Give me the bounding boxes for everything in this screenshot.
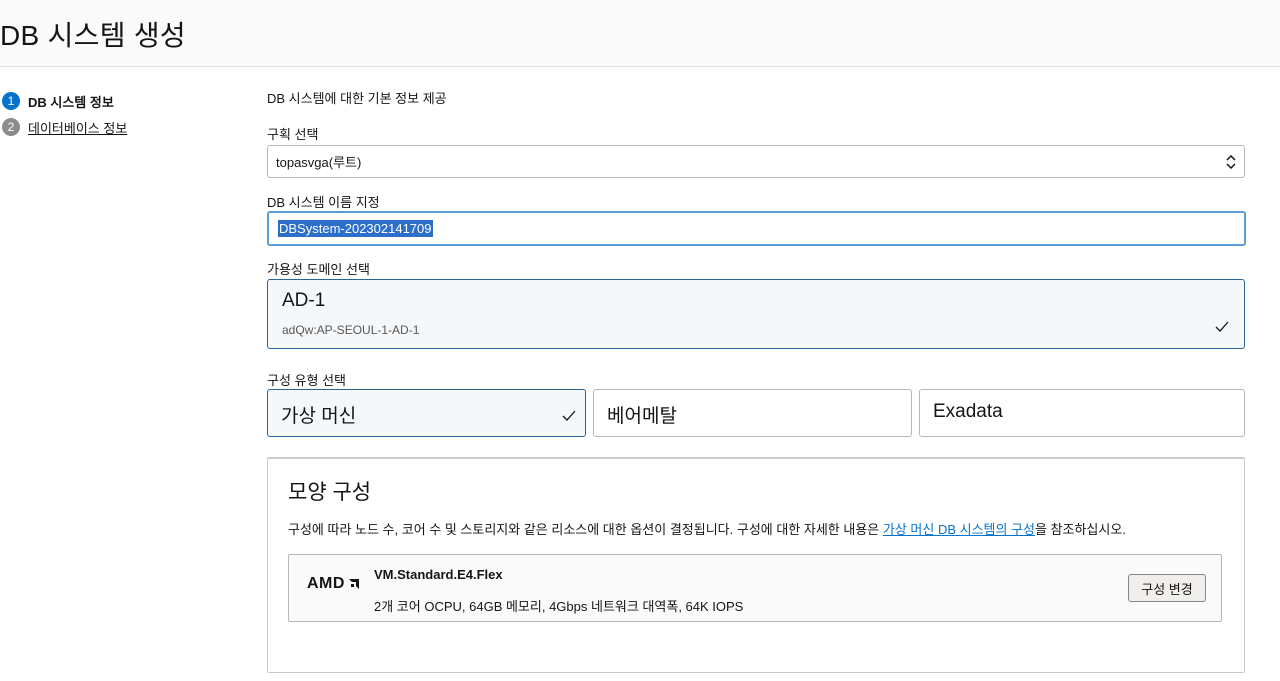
config-option-label: 베어메탈 xyxy=(607,406,677,427)
db-system-name-input[interactable]: DBSystem-202302141709 xyxy=(267,211,1246,246)
shape-title: 모양 구성 xyxy=(288,481,372,504)
availability-domain-card[interactable]: AD-1 adQw:AP-SEOUL-1-AD-1 xyxy=(267,279,1245,349)
form-intro: DB 시스템에 대한 기본 정보 제공 xyxy=(267,91,447,106)
wizard-steps: 1 DB 시스템 정보 2 데이터베이스 정보 xyxy=(2,88,127,140)
shape-desc-suffix: 을 참조하십시오. xyxy=(1034,522,1126,537)
step-label[interactable]: 데이터베이스 정보 xyxy=(28,118,127,137)
amd-logo-icon: AMD xyxy=(307,575,360,593)
compartment-select-value: topasvga(루트) xyxy=(276,155,362,170)
selected-shape-box: AMD VM.Standard.E4.Flex 2개 코어 OCPU, 64GB… xyxy=(288,554,1222,622)
config-option-label: 가상 머신 xyxy=(281,406,357,427)
check-icon xyxy=(1215,320,1229,338)
config-option-virtual-machine[interactable]: 가상 머신 xyxy=(267,389,586,437)
amd-logo-text: AMD xyxy=(307,575,345,592)
availability-domain-label: 가용성 도메인 선택 xyxy=(267,262,370,277)
step-label: DB 시스템 정보 xyxy=(28,94,114,110)
page-header: DB 시스템 생성 xyxy=(0,0,1280,67)
change-shape-button[interactable]: 구성 변경 xyxy=(1128,574,1206,602)
config-option-exadata[interactable]: Exadata xyxy=(919,389,1245,437)
shape-desc-text: 구성에 따라 노드 수, 코어 수 및 스토리지와 같은 리소스에 대한 옵션이… xyxy=(288,522,883,537)
chevron-up-down-icon xyxy=(1226,154,1236,169)
shape-description: 구성에 따라 노드 수, 코어 수 및 스토리지와 같은 리소스에 대한 옵션이… xyxy=(288,519,1126,538)
config-option-label: Exadata xyxy=(933,401,1003,422)
step-number-badge: 1 xyxy=(2,92,20,110)
step-db-system-info[interactable]: 1 DB 시스템 정보 xyxy=(2,88,127,114)
shape-spec: 2개 코어 OCPU, 64GB 메모리, 4Gbps 네트워크 대역폭, 64… xyxy=(374,599,744,614)
step-number-badge: 2 xyxy=(2,118,20,136)
compartment-select[interactable]: topasvga(루트) xyxy=(267,145,1245,178)
shape-panel: 모양 구성 구성에 따라 노드 수, 코어 수 및 스토리지와 같은 리소스에 … xyxy=(267,457,1245,673)
config-option-bare-metal[interactable]: 베어메탈 xyxy=(593,389,912,437)
shape-doc-link[interactable]: 가상 머신 DB 시스템의 구성 xyxy=(883,522,1035,537)
page-title: DB 시스템 생성 xyxy=(0,20,186,51)
check-icon xyxy=(562,409,576,427)
shape-name: VM.Standard.E4.Flex xyxy=(374,567,503,582)
db-system-name-value: DBSystem-202302141709 xyxy=(278,220,433,237)
ad-title: AD-1 xyxy=(282,290,326,311)
compartment-label: 구획 선택 xyxy=(267,127,319,142)
step-database-info[interactable]: 2 데이터베이스 정보 xyxy=(2,114,127,140)
ad-subtitle: adQw:AP-SEOUL-1-AD-1 xyxy=(282,323,420,337)
db-system-name-label: DB 시스템 이름 지정 xyxy=(267,195,380,210)
config-type-label: 구성 유형 선택 xyxy=(267,373,346,388)
form-section: DB 시스템에 대한 기본 정보 제공 xyxy=(267,86,1245,107)
